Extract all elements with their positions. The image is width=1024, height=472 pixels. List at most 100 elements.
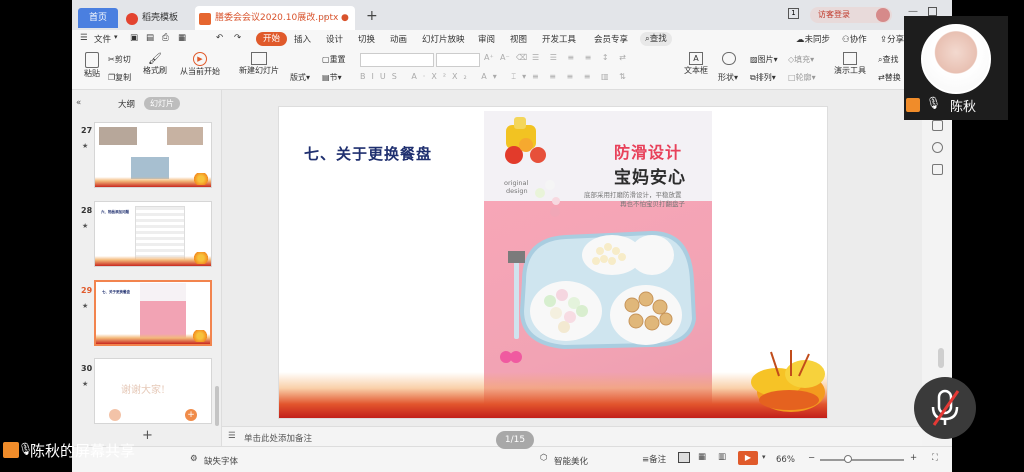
zoom-in-button[interactable]: + (910, 453, 917, 463)
reset-icon: ▢ (322, 55, 330, 64)
notes-placeholder[interactable]: 单击此处添加备注 (244, 432, 312, 444)
slideshow-button[interactable]: ▶ (738, 451, 758, 465)
add-slide-button[interactable]: + (142, 428, 153, 443)
menu-review[interactable]: 审阅 (478, 33, 495, 45)
sync-status[interactable]: ☁未同步 (796, 33, 830, 45)
presentation-tools-button[interactable]: 演示工具 (832, 52, 868, 76)
align-group[interactable]: ≡ ≡ ≡ ≡ ▥ ⇅ (532, 72, 630, 81)
outline-button[interactable]: □轮廓▾ (788, 72, 816, 83)
canvas-scroll-thumb[interactable] (938, 348, 944, 368)
outline-tab[interactable]: 大纲 (118, 98, 135, 110)
share-button[interactable]: ⇪分享 (880, 33, 904, 45)
font-family-select[interactable] (360, 53, 434, 67)
font-shrink-icon[interactable]: A⁻ (500, 53, 510, 62)
export-pdf-icon[interactable]: ▤ (146, 33, 154, 43)
tab-daoke-templates[interactable]: 稻壳模板 (124, 6, 190, 30)
print-preview-icon[interactable]: ▦ (178, 33, 186, 43)
reading-view-icon[interactable]: ▥ (718, 452, 726, 462)
tab-document[interactable]: 膳委会会议2020.10展改.pptx ◦ ● (195, 6, 355, 30)
normal-view-icon[interactable] (678, 452, 690, 463)
new-tab-button[interactable]: + (366, 8, 378, 24)
thumb-photo (167, 127, 203, 145)
visitor-login-button[interactable]: 访客登录 (810, 7, 892, 23)
tab-close-icon[interactable]: ● (341, 6, 349, 30)
smart-beautify-button[interactable]: 智能美化 (554, 455, 588, 467)
textbox-button[interactable]: A 文本框 (682, 52, 710, 76)
slide-thumb-30[interactable]: 谢谢大家! + (94, 358, 212, 424)
font-style-group[interactable]: BIUS A·X²X₂ A▾ ⌶▾ (360, 72, 532, 82)
menu-view[interactable]: 视图 (510, 33, 527, 45)
reset-button[interactable]: ▢重置 (322, 54, 346, 65)
copy-layout-icon[interactable] (932, 164, 943, 175)
status-settings-icon[interactable]: ⚙ (190, 454, 198, 464)
print-icon[interactable]: ⎙ (162, 33, 169, 43)
thumb-play-icon[interactable] (109, 409, 121, 421)
slide-thumb-29[interactable]: 七、关于更换餐盘 (94, 280, 212, 346)
thumb-caption: 谢谢大家! (121, 385, 166, 396)
find-button[interactable]: ⌕查找 (878, 54, 898, 65)
slide-title[interactable]: 七、关于更换餐盘 (304, 143, 432, 164)
mute-microphone-button[interactable] (914, 377, 976, 439)
zoom-dropdown-icon[interactable]: ▾ (762, 453, 766, 461)
copy-button[interactable]: ❐复制 (108, 72, 131, 83)
missing-font-label[interactable]: 缺失字体 (204, 455, 238, 467)
undo-icon[interactable]: ↶ (216, 33, 223, 43)
menu-insert[interactable]: 插入 (294, 33, 311, 45)
menu-design[interactable]: 设计 (326, 33, 343, 45)
new-slide-button[interactable]: 新建幻灯片 (238, 52, 280, 76)
zoom-slider-thumb[interactable] (844, 455, 852, 463)
notes-toggle-button[interactable]: ≡备注 (642, 453, 666, 465)
fit-window-icon[interactable]: ⛶ (932, 453, 938, 463)
ribbon: 粘贴 ✂剪切 ❐复制 🖌 格式刷 ▶ 从当前开始 新建幻灯片 版式▾ ▢重置 ▤… (72, 48, 952, 90)
menu-developer[interactable]: 开发工具 (542, 33, 576, 45)
font-size-select[interactable] (436, 53, 480, 67)
notes-bar[interactable]: ☰ 单击此处添加备注 (222, 426, 922, 446)
redo-icon[interactable]: ↷ (234, 33, 241, 43)
picture-icon: ▨ (750, 55, 758, 64)
menu-animation[interactable]: 动画 (390, 33, 407, 45)
collapse-panel-icon[interactable]: « (76, 98, 81, 108)
participant-video[interactable]: 🎙 陈秋 (904, 16, 1008, 120)
layout-button[interactable]: 版式▾ (290, 72, 310, 83)
play-from-current-button[interactable]: ▶ 从当前开始 (178, 52, 222, 77)
menu-file[interactable]: 文件 (94, 33, 111, 45)
paste-button[interactable]: 粘贴 (80, 52, 104, 79)
collab-button[interactable]: ⚇协作 (842, 33, 867, 45)
slides-tab[interactable]: 幻灯片 (144, 97, 180, 110)
search-button[interactable]: ⌕查找 (640, 32, 672, 46)
section-button[interactable]: ▤节▾ (322, 72, 342, 83)
zoom-out-button[interactable]: − (808, 453, 815, 463)
current-slide[interactable]: 七、关于更换餐盘 防滑设计 宝妈安心 底部采用打磨防滑设计，平稳放置 再也不怕宝… (278, 106, 828, 419)
menu-transition[interactable]: 切换 (358, 33, 375, 45)
cut-button[interactable]: ✂剪切 (108, 54, 131, 65)
maximize-icon[interactable] (928, 7, 937, 16)
grid-view-icon[interactable]: ▦ (698, 452, 706, 462)
paragraph-group[interactable]: ☰ ☰ ≡ ≡ ↕ ⇄ (532, 53, 630, 62)
window-layout-icon[interactable]: 1 (788, 8, 799, 19)
save-icon[interactable]: ▣ (130, 33, 138, 43)
zoom-level[interactable]: 66% (776, 455, 795, 465)
menu-member[interactable]: 会员专享 (594, 33, 628, 45)
replace-button[interactable]: ⇄替换 (878, 72, 901, 83)
menu-slideshow[interactable]: 幻灯片放映 (422, 33, 465, 45)
arrange-button[interactable]: ⧉排列▾ (750, 72, 776, 83)
shape-button[interactable]: 形状▾ (718, 72, 738, 83)
clear-format-icon[interactable]: ⌫ (516, 53, 527, 62)
zoom-slider[interactable] (820, 459, 904, 461)
fill-button[interactable]: ◇填充▾ (788, 54, 814, 65)
menu-start[interactable]: 开始 (256, 32, 288, 46)
fill-label: 填充 (794, 55, 811, 64)
panel-scrollbar[interactable] (215, 386, 219, 426)
hamburger-menu-icon[interactable]: ☰ (80, 33, 88, 43)
format-painter-button[interactable]: 🖌 格式刷 (142, 52, 168, 76)
font-grow-icon[interactable]: A⁺ (484, 53, 494, 62)
slide-thumb-27[interactable] (94, 122, 212, 188)
picture-button[interactable]: ▨图片▾ (750, 54, 778, 65)
thumb-add-icon[interactable]: + (185, 409, 197, 421)
slide-thumb-28[interactable]: 六、物品添加问题 (94, 201, 212, 267)
property-icon[interactable] (932, 120, 943, 131)
sync-label: 未同步 (804, 35, 831, 45)
plate-product-image[interactable]: 防滑设计 宝妈安心 底部采用打磨防滑设计，平稳放置 再也不怕宝贝打翻盘子 ori… (484, 111, 712, 415)
pin-icon[interactable] (932, 142, 943, 153)
tab-home[interactable]: 首页 (78, 8, 118, 28)
